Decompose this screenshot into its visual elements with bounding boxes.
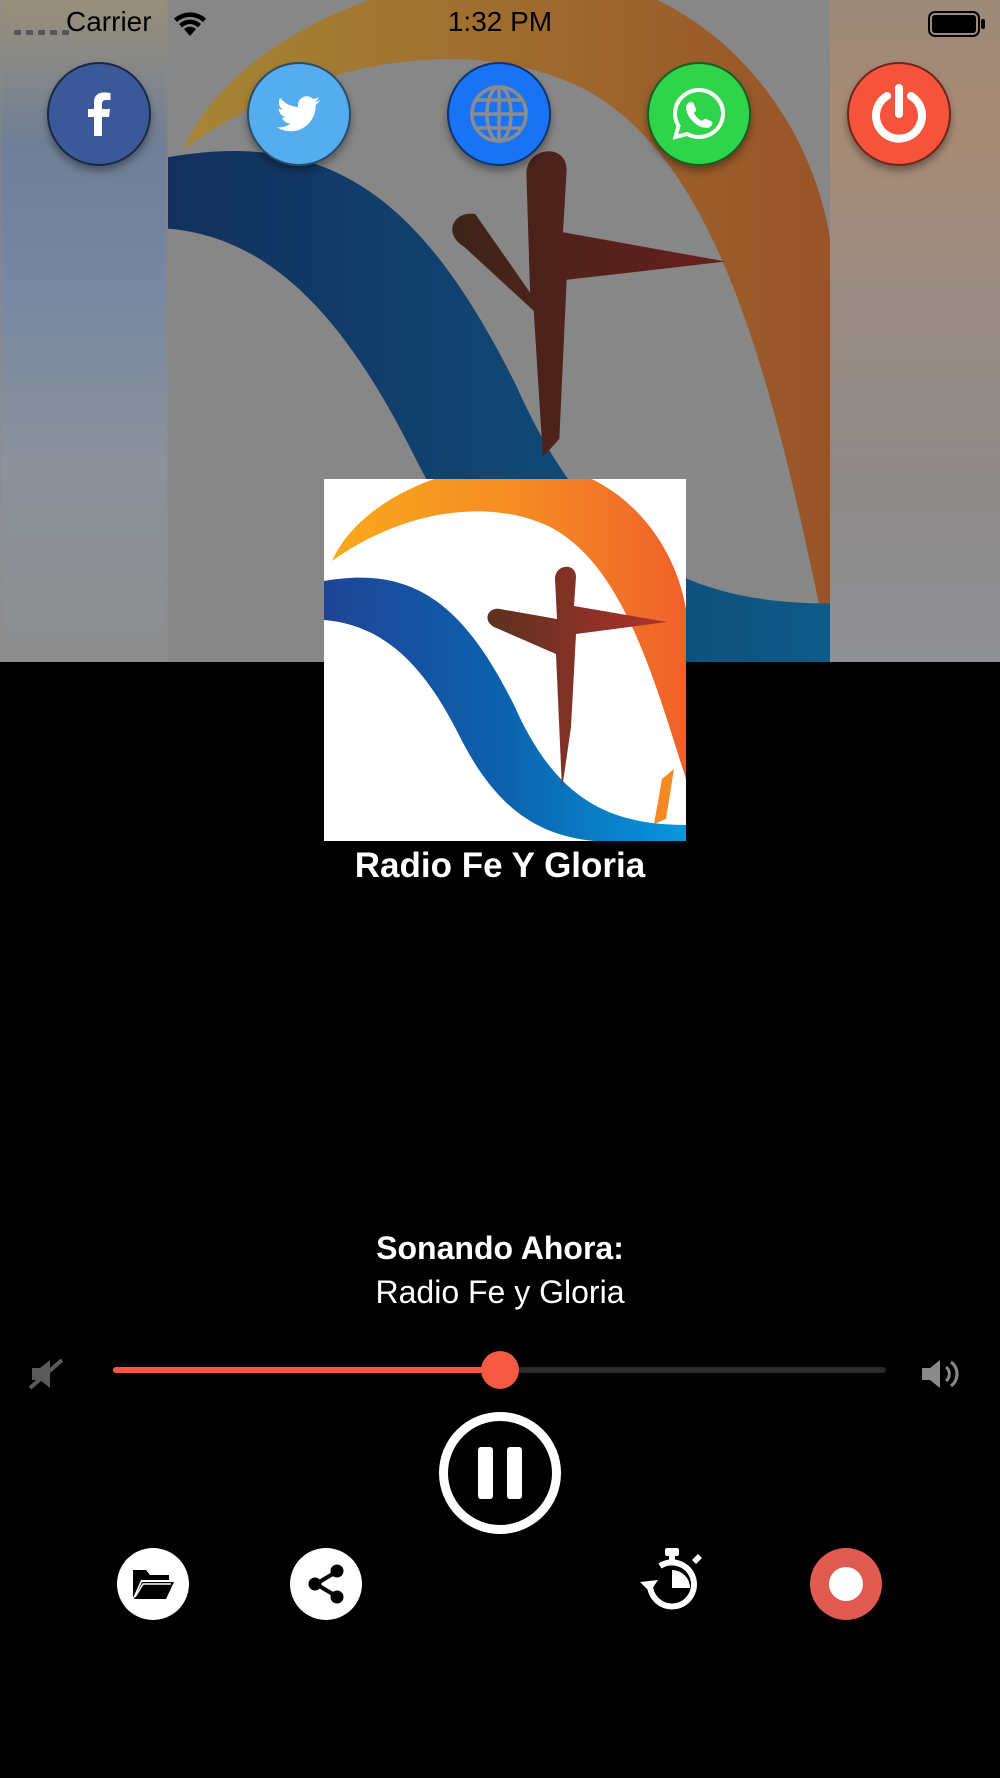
station-logo bbox=[324, 479, 686, 841]
pause-icon-bar-left bbox=[478, 1447, 493, 1499]
timer-icon bbox=[640, 1548, 702, 1610]
station-title: Radio Fe Y Gloria bbox=[354, 846, 646, 885]
whatsapp-button[interactable] bbox=[647, 62, 751, 166]
sleep-timer-button[interactable] bbox=[636, 1548, 708, 1620]
folder-button[interactable] bbox=[117, 1548, 189, 1620]
battery-full-icon bbox=[928, 11, 985, 37]
facebook-icon bbox=[88, 92, 111, 136]
share-icon bbox=[308, 1564, 344, 1604]
now-playing-label: Sonando Ahora: bbox=[376, 1230, 624, 1266]
station-artwork bbox=[324, 479, 686, 841]
pause-icon-bar-right bbox=[507, 1447, 522, 1499]
share-button[interactable] bbox=[290, 1548, 362, 1620]
volume-icon[interactable] bbox=[920, 1356, 962, 1392]
folder-icon bbox=[133, 1570, 174, 1599]
status-bar: Carrier 1:32 PM bbox=[0, 0, 1000, 46]
mute-icon[interactable] bbox=[28, 1356, 66, 1392]
volume-slider[interactable] bbox=[113, 1351, 886, 1389]
volume-fill bbox=[113, 1367, 500, 1373]
volume-thumb[interactable] bbox=[480, 1351, 519, 1389]
whatsapp-icon bbox=[672, 87, 726, 140]
record-icon bbox=[829, 1567, 863, 1601]
clock: 1:32 PM bbox=[447, 6, 553, 37]
record-button[interactable] bbox=[810, 1548, 882, 1620]
player-screen: Carrier 1:32 PM Radio Fe Y Gloria Sonand… bbox=[0, 0, 1000, 1778]
globe-icon bbox=[470, 85, 528, 143]
power-button[interactable] bbox=[847, 62, 951, 166]
pause-button[interactable] bbox=[439, 1412, 561, 1534]
power-icon bbox=[872, 84, 926, 143]
twitter-button[interactable] bbox=[247, 62, 351, 166]
twitter-icon bbox=[277, 96, 320, 132]
facebook-button[interactable] bbox=[47, 62, 151, 166]
website-button[interactable] bbox=[447, 62, 551, 166]
now-playing-title: Radio Fe y Gloria bbox=[375, 1274, 625, 1310]
